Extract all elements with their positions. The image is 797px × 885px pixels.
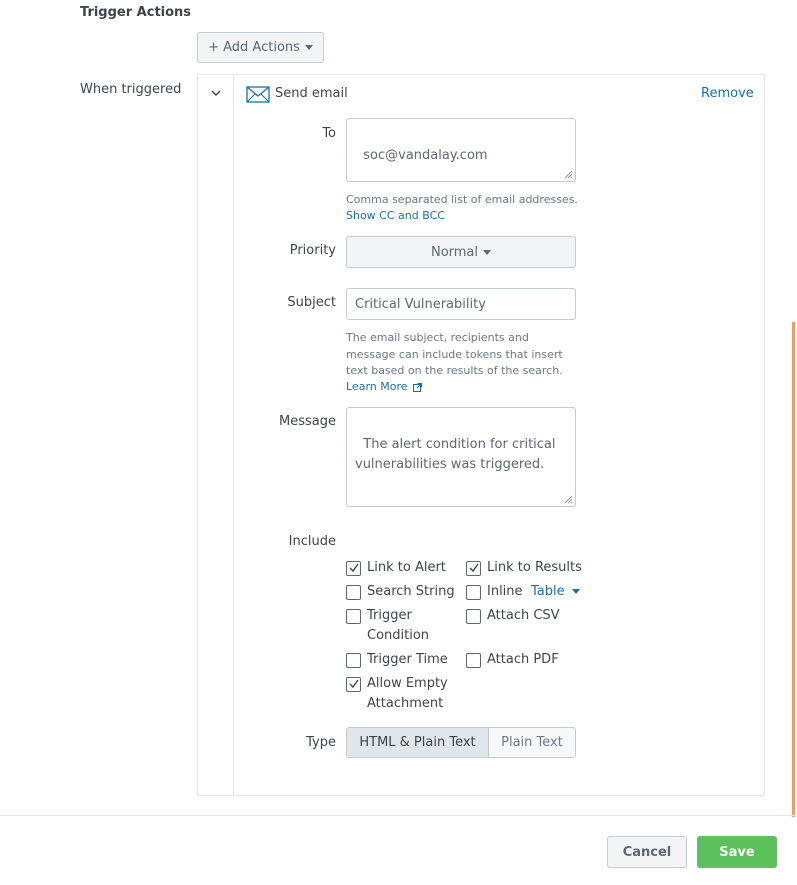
attach-csv-checkbox[interactable] xyxy=(466,609,481,624)
footer-divider xyxy=(0,815,797,816)
to-value: soc@vandalay.com xyxy=(363,148,488,163)
checkmark-icon xyxy=(349,679,359,689)
chevron-down-icon[interactable] xyxy=(210,87,222,99)
action-name: Send email xyxy=(275,86,348,101)
link-to-alert-label: Link to Alert xyxy=(367,560,446,575)
priority-label: Priority xyxy=(289,243,336,258)
type-option-html[interactable]: HTML & Plain Text xyxy=(347,728,488,757)
trigger-condition-label-line2: Condition xyxy=(367,628,430,643)
type-option-plain[interactable]: Plain Text xyxy=(488,728,575,757)
resize-handle-icon[interactable] xyxy=(564,170,573,179)
subject-help: The email subject, recipients and messag… xyxy=(346,330,563,380)
panel-divider xyxy=(233,75,234,795)
remove-action-link[interactable]: Remove xyxy=(701,86,754,101)
resize-handle-icon[interactable] xyxy=(564,495,573,504)
envelope-icon xyxy=(246,86,270,103)
trigger-time-label: Trigger Time xyxy=(367,652,448,667)
cancel-button[interactable]: Cancel xyxy=(607,836,687,868)
to-field[interactable]: soc@vandalay.com xyxy=(346,118,576,182)
subject-help-line3: text based on the results of the search. xyxy=(346,364,563,378)
search-string-label: Search String xyxy=(367,584,455,599)
subject-input[interactable]: Critical Vulnerability xyxy=(346,288,576,320)
trigger-condition-label: Trigger Condition xyxy=(367,606,429,646)
caret-down-icon xyxy=(483,249,492,255)
learn-more-label: Learn More xyxy=(346,380,408,393)
section-title: Trigger Actions xyxy=(80,5,192,20)
search-string-checkbox[interactable] xyxy=(346,585,361,600)
checkmark-icon xyxy=(349,563,359,573)
attach-pdf-checkbox[interactable] xyxy=(466,653,481,668)
attach-csv-label: Attach CSV xyxy=(487,608,560,623)
message-label: Message xyxy=(279,414,336,429)
subject-help-line1: The email subject, recipients and xyxy=(346,331,529,344)
type-label: Type xyxy=(306,735,336,750)
link-to-results-checkbox[interactable] xyxy=(466,561,481,576)
caret-down-icon xyxy=(304,45,313,50)
allow-empty-attachment-checkbox[interactable] xyxy=(346,677,361,692)
show-cc-bcc-link[interactable]: Show CC and BCC xyxy=(346,209,445,222)
trigger-condition-label-line1: Trigger xyxy=(367,608,412,623)
caret-down-icon xyxy=(571,589,580,594)
subject-help-line2: message can include tokens that insert xyxy=(346,347,563,361)
external-link-icon xyxy=(413,382,423,392)
to-help: Comma separated list of email addresses. xyxy=(346,193,578,206)
save-button[interactable]: Save xyxy=(697,836,777,868)
include-label: Include xyxy=(288,534,336,549)
inline-label: Inline xyxy=(487,584,523,599)
trigger-time-checkbox[interactable] xyxy=(346,653,361,668)
type-toggle: HTML & Plain Text Plain Text xyxy=(346,727,576,758)
to-label: To xyxy=(322,126,336,141)
inline-format-dropdown[interactable]: Table xyxy=(531,582,580,602)
attach-pdf-label: Attach PDF xyxy=(487,652,559,667)
allow-empty-label-line2: Attachment xyxy=(367,696,444,711)
subject-label: Subject xyxy=(287,295,336,310)
message-field[interactable]: The alert condition for critical vulnera… xyxy=(346,407,576,507)
when-triggered-label: When triggered xyxy=(80,82,182,97)
inline-format-value: Table xyxy=(531,584,565,599)
add-actions-button[interactable]: + Add Actions xyxy=(197,32,324,63)
inline-checkbox[interactable] xyxy=(466,585,481,600)
scrollbar[interactable] xyxy=(792,322,795,817)
link-to-alert-checkbox[interactable] xyxy=(346,561,361,576)
trigger-condition-checkbox[interactable] xyxy=(346,609,361,624)
priority-value: Normal xyxy=(430,244,479,260)
subject-value: Critical Vulnerability xyxy=(355,296,486,312)
allow-empty-attachment-label: Allow Empty Attachment xyxy=(367,674,448,714)
checkmark-icon xyxy=(469,563,479,573)
priority-select[interactable]: Normal xyxy=(346,236,576,268)
allow-empty-label-line1: Allow Empty xyxy=(367,676,448,691)
link-to-results-label: Link to Results xyxy=(487,560,582,575)
message-value: The alert condition for critical vulnera… xyxy=(355,437,556,472)
learn-more-link[interactable]: Learn More xyxy=(346,380,423,393)
add-actions-label: + Add Actions xyxy=(208,40,300,55)
